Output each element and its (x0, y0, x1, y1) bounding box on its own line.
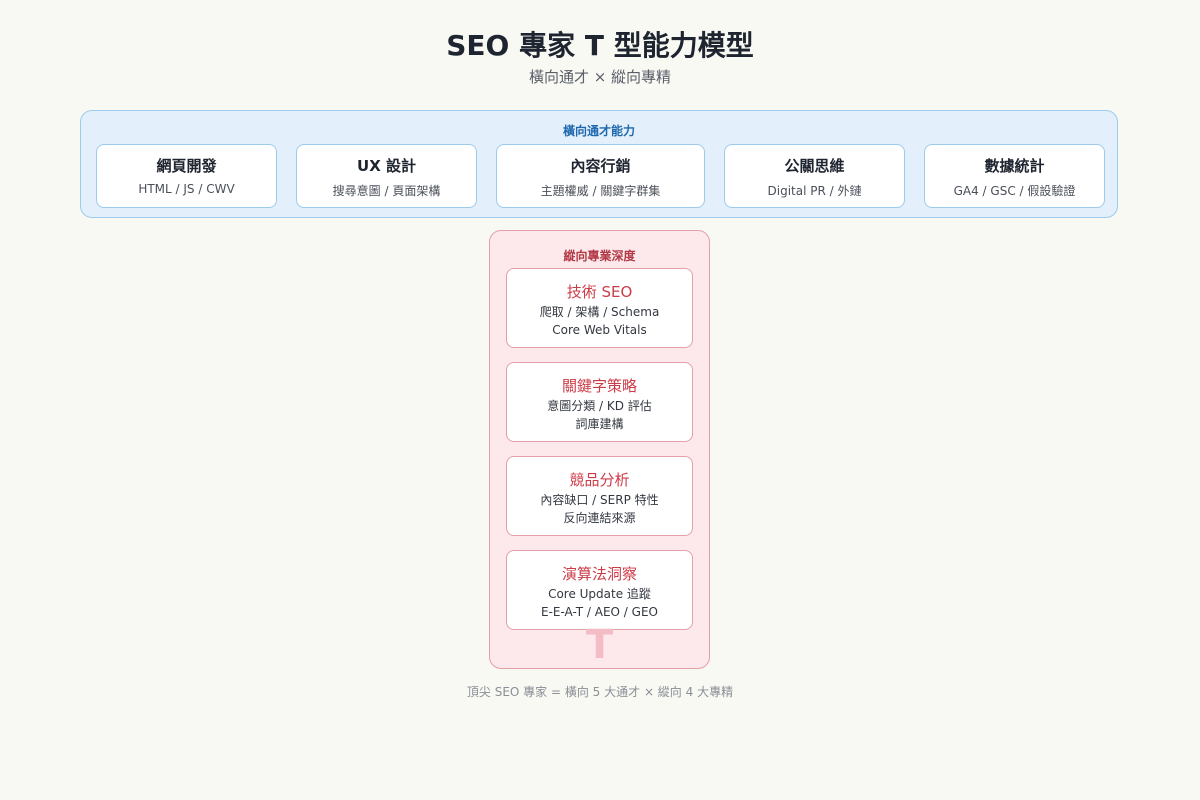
expertise-card-line: Core Update 追蹤 (548, 587, 651, 601)
skill-card-desc: 主題權威 / 關鍵字群集 (540, 184, 661, 198)
skill-card-data-stats: 數據統計 GA4 / GSC / 假設驗證 (924, 144, 1105, 208)
expertise-card-line: E-E-A-T / AEO / GEO (541, 605, 658, 619)
skill-card-desc: 搜尋意圖 / 頁面架構 (332, 184, 441, 198)
footer-summary: 頂尖 SEO 專家 = 橫向 5 大通才 × 縱向 4 大專精 (466, 685, 734, 699)
skill-card-content-marketing: 內容行銷 主題權威 / 關鍵字群集 (496, 144, 705, 208)
skill-card-name: 公關思維 (784, 157, 845, 175)
expertise-card-competitor-analysis: 競品分析 內容缺口 / SERP 特性 反向連結來源 (506, 456, 693, 536)
expertise-card-name: 技術 SEO (566, 283, 633, 301)
skill-card-web-dev: 網頁開發 HTML / JS / CWV (96, 144, 277, 208)
skill-card-name: 網頁開發 (156, 157, 217, 175)
t-shape-glyph: T (585, 622, 614, 668)
expertise-card-line: 內容缺口 / SERP 特性 (540, 493, 659, 507)
skill-card-pr: 公關思維 Digital PR / 外鏈 (724, 144, 905, 208)
expertise-card-name: 競品分析 (569, 471, 630, 489)
expertise-card-line: Core Web Vitals (552, 323, 647, 337)
vertical-panel-title: 縱向專業深度 (563, 249, 636, 263)
expertise-card-name: 關鍵字策略 (561, 377, 637, 395)
skill-card-name: UX 設計 (357, 157, 416, 175)
expertise-card-line: 反向連結來源 (563, 511, 636, 525)
expertise-card-line: 意圖分類 / KD 評估 (547, 399, 652, 413)
expertise-card-algorithm-insight: 演算法洞察 Core Update 追蹤 E-E-A-T / AEO / GEO (506, 550, 693, 630)
expertise-card-technical-seo: 技術 SEO 爬取 / 架構 / Schema Core Web Vitals (506, 268, 693, 348)
skill-card-name: 內容行銷 (570, 157, 631, 175)
expertise-card-line: 爬取 / 架構 / Schema (539, 305, 660, 319)
page-subtitle: 橫向通才 × 縱向專精 (528, 68, 672, 86)
skill-card-desc: Digital PR / 外鏈 (767, 184, 862, 198)
skill-card-name: 數據統計 (984, 157, 1045, 175)
skill-card-ux-design: UX 設計 搜尋意圖 / 頁面架構 (296, 144, 477, 208)
skill-card-desc: HTML / JS / CWV (138, 182, 235, 196)
expertise-card-name: 演算法洞察 (561, 565, 637, 583)
vertical-expertise-panel: 縱向專業深度 技術 SEO 爬取 / 架構 / Schema Core Web … (489, 230, 710, 669)
skill-card-desc: GA4 / GSC / 假設驗證 (953, 184, 1076, 198)
horizontal-skills-panel: 橫向通才能力 網頁開發 HTML / JS / CWV UX 設計 搜尋意圖 /… (80, 110, 1118, 218)
page-title: SEO 專家 T 型能力模型 (446, 29, 754, 62)
expertise-card-line: 詞庫建構 (575, 417, 624, 431)
expertise-card-keyword-strategy: 關鍵字策略 意圖分類 / KD 評估 詞庫建構 (506, 362, 693, 442)
horizontal-panel-title: 橫向通才能力 (562, 124, 635, 138)
